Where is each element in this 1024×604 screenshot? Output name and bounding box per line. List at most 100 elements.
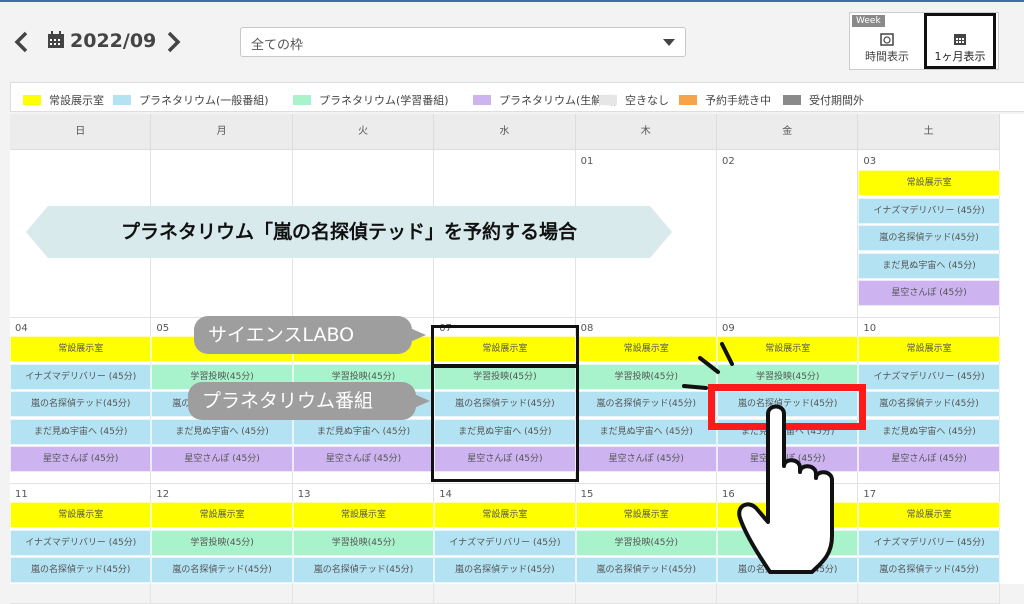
weekday-header: 水 bbox=[434, 114, 576, 150]
legend: 常設展示室 プラネタリウム(一般番組) プラネタリウム(学習番組) プラネタリウム(生… bbox=[10, 82, 1024, 112]
reservation-slot[interactable]: 嵐の名探偵テッド(45分) bbox=[10, 557, 152, 583]
reservation-slot[interactable]: 常設展示室 bbox=[10, 502, 152, 528]
frame-select-value: 全ての枠 bbox=[251, 38, 304, 53]
weekday-header: 木 bbox=[575, 114, 717, 150]
legend-item: 受付期間外 bbox=[783, 92, 864, 108]
reservation-slot[interactable]: 星空さんぽ (45分) bbox=[292, 446, 435, 472]
day-number: 10 bbox=[863, 323, 877, 334]
reservation-slot[interactable]: 常設展示室 bbox=[434, 502, 576, 528]
reservation-slot[interactable]: イナズマデリバリー (45分) bbox=[434, 529, 576, 556]
weekday-header: 金 bbox=[717, 114, 859, 150]
reservation-slot[interactable]: まだ見ぬ宇宙へ (45分) bbox=[858, 418, 1000, 445]
reservation-slot[interactable]: イナズマデリバリー (45分) bbox=[10, 363, 152, 390]
day-number: 05 bbox=[156, 323, 170, 334]
day-number: 11 bbox=[15, 489, 28, 500]
week-tag: Week bbox=[852, 15, 885, 27]
legend-swatch bbox=[23, 95, 41, 105]
day-number: 13 bbox=[297, 489, 311, 500]
planetarium-bubble: プラネタリウム番組 bbox=[188, 382, 430, 420]
calendar-icon bbox=[48, 31, 64, 48]
day-cell bbox=[717, 150, 859, 318]
legend-item: プラネタリウム(生解説) bbox=[473, 92, 618, 108]
current-month: 2022/09 bbox=[70, 30, 157, 52]
day-number: 14 bbox=[439, 489, 452, 500]
window-top-line bbox=[0, 0, 1024, 2]
legend-label: 予約手続き中 bbox=[705, 94, 771, 107]
reservation-slot[interactable]: 星空さんぽ (45分) bbox=[858, 280, 1000, 306]
day-number: 01 bbox=[580, 156, 594, 167]
reservation-slot[interactable]: イナズマデリバリー (45分) bbox=[10, 529, 152, 556]
reservation-slot[interactable]: 嵐の名探偵テッド(45分) bbox=[151, 557, 293, 583]
reservation-slot[interactable]: 常設展示室 bbox=[151, 502, 293, 528]
legend-item: 空きなし bbox=[599, 92, 669, 108]
reservation-slot[interactable]: イナズマデリバリー (45分) bbox=[858, 529, 1000, 556]
labo-highlight-box bbox=[431, 325, 579, 367]
reservation-slot[interactable]: 嵐の名探偵テッド(45分) bbox=[292, 557, 435, 583]
reservation-slot[interactable]: 星空さんぽ (45分) bbox=[151, 446, 293, 472]
banner-text: プラネタリウム「嵐の名探偵テッド」を予約する場合 bbox=[120, 221, 577, 243]
prev-month-button[interactable] bbox=[12, 30, 32, 54]
day-number: 15 bbox=[580, 489, 594, 500]
weekday-header: 土 bbox=[858, 114, 1000, 150]
day-number: 03 bbox=[863, 156, 877, 167]
legend-label: プラネタリウム(一般番組) bbox=[139, 94, 269, 107]
reservation-slot[interactable]: 学習投映(45分) bbox=[151, 529, 293, 556]
chevron-left-icon bbox=[14, 31, 28, 53]
time-view-label: 時間表示 bbox=[865, 50, 909, 63]
legend-item: プラネタリウム(学習番組) bbox=[293, 92, 449, 108]
calendar-grid-icon bbox=[954, 34, 966, 45]
day-number: 02 bbox=[722, 156, 735, 167]
weekday-header: 火 bbox=[292, 114, 435, 150]
caret-down-icon bbox=[663, 39, 675, 46]
chevron-right-icon bbox=[167, 31, 181, 53]
reservation-slot[interactable]: 星空さんぽ (45分) bbox=[10, 446, 152, 472]
weekday-header: 日 bbox=[10, 114, 152, 150]
reservation-slot[interactable]: まだ見ぬ宇宙へ (45分) bbox=[858, 252, 1000, 279]
planetarium-highlight-box bbox=[431, 365, 579, 482]
frame-select[interactable]: 全ての枠 bbox=[240, 27, 686, 57]
legend-label: 空きなし bbox=[625, 94, 669, 107]
day-number: 17 bbox=[863, 489, 877, 500]
legend-item: 予約手続き中 bbox=[679, 92, 771, 108]
reservation-slot[interactable]: 星空さんぽ (45分) bbox=[858, 446, 1000, 472]
reservation-slot[interactable]: まだ見ぬ宇宙へ (45分) bbox=[292, 418, 435, 445]
pointing-hand-icon bbox=[682, 342, 834, 574]
reservation-slot[interactable]: 常設展示室 bbox=[858, 336, 1000, 362]
reservation-slot[interactable]: まだ見ぬ宇宙へ (45分) bbox=[10, 418, 152, 445]
legend-label: プラネタリウム(学習番組) bbox=[319, 94, 449, 107]
legend-swatch bbox=[113, 95, 131, 105]
reservation-slot[interactable]: 学習投映(45分) bbox=[292, 529, 435, 556]
reservation-slot[interactable]: イナズマデリバリー (45分) bbox=[858, 363, 1000, 390]
day-number: 08 bbox=[580, 323, 594, 334]
legend-swatch bbox=[473, 95, 491, 105]
reservation-slot[interactable]: 嵐の名探偵テッド(45分) bbox=[858, 225, 1000, 251]
reservation-slot[interactable]: 嵐の名探偵テッド(45分) bbox=[10, 391, 152, 417]
legend-swatch bbox=[679, 95, 697, 105]
reservation-slot[interactable]: 嵐の名探偵テッド(45分) bbox=[434, 557, 576, 583]
legend-swatch bbox=[293, 95, 311, 105]
reservation-slot[interactable]: 嵐の名探偵テッド(45分) bbox=[858, 557, 1000, 583]
month-view-button[interactable]: 1ヶ月表示 bbox=[924, 13, 996, 69]
reservation-slot[interactable]: 常設展示室 bbox=[858, 502, 1000, 528]
reservation-slot[interactable]: 嵐の名探偵テッド(45分) bbox=[858, 391, 1000, 417]
reservation-slot[interactable]: 常設展示室 bbox=[10, 336, 152, 362]
day-number: 09 bbox=[722, 323, 735, 334]
next-month-button[interactable] bbox=[163, 30, 183, 54]
legend-swatch bbox=[783, 95, 801, 105]
day-number: 12 bbox=[156, 489, 170, 500]
reservation-slot[interactable]: 常設展示室 bbox=[292, 502, 435, 528]
instruction-banner: プラネタリウム「嵐の名探偵テッド」を予約する場合 bbox=[26, 206, 672, 258]
legend-label: 常設展示室 bbox=[49, 94, 104, 107]
legend-item: 常設展示室 bbox=[23, 92, 104, 108]
reservation-slot[interactable]: イナズマデリバリー (45分) bbox=[858, 197, 1000, 224]
reservation-slot[interactable]: 常設展示室 bbox=[858, 170, 1000, 196]
legend-item: プラネタリウム(一般番組) bbox=[113, 92, 269, 108]
legend-label: 受付期間外 bbox=[809, 94, 864, 107]
legend-swatch bbox=[599, 95, 617, 105]
day-number: 04 bbox=[15, 323, 28, 334]
science-labo-bubble: サイエンスLABO bbox=[194, 316, 426, 354]
weekday-header: 月 bbox=[151, 114, 293, 150]
clock-calendar-icon bbox=[880, 33, 894, 46]
month-view-label: 1ヶ月表示 bbox=[934, 50, 986, 63]
reservation-slot[interactable]: まだ見ぬ宇宙へ (45分) bbox=[151, 418, 293, 445]
